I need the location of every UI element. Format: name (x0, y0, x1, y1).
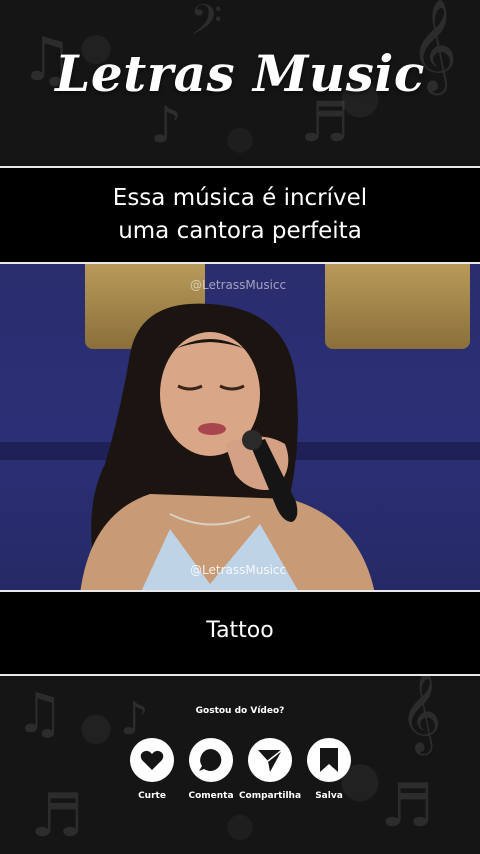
bookmark-icon (307, 738, 351, 782)
music-note-icon: ♪ (150, 96, 182, 154)
brand-logo-text: Letras Music (55, 44, 425, 103)
video-player[interactable]: @LetrassMusicc @LetrassMusicc (0, 264, 480, 590)
song-title-banner: Tattoo (0, 590, 480, 676)
share-icon (248, 738, 292, 782)
bass-clef-icon: 𝄢 (190, 0, 223, 54)
song-title: Tattoo (206, 618, 274, 643)
music-note-icon: ♬ (30, 781, 84, 851)
watermark-text: @LetrassMusicc (190, 278, 287, 292)
caption-banner: Essa música é incrível uma cantora perfe… (0, 166, 480, 264)
save-button[interactable]: Salva (289, 738, 369, 801)
save-label: Salva (315, 791, 343, 801)
caption-text: Essa música é incrível uma cantora perfe… (0, 182, 480, 248)
comment-icon (189, 738, 233, 782)
caption-line-2: uma cantora perfeita (118, 218, 362, 244)
music-note-icon: ♬ (300, 90, 350, 154)
reel-frame: ♫ 𝄞 ♪ ♬ 𝄢 Letras Music Essa música é inc… (0, 0, 480, 854)
music-note-icon: ♬ (380, 771, 434, 841)
caption-line-1: Essa música é incrível (112, 185, 368, 211)
cta-question: Gostou do Vídeo? (195, 706, 285, 716)
singer-illustration (80, 303, 375, 590)
heart-icon (130, 738, 174, 782)
watermark-text: @LetrassMusicc (190, 563, 287, 577)
music-note-icon: ♪ (120, 692, 149, 745)
